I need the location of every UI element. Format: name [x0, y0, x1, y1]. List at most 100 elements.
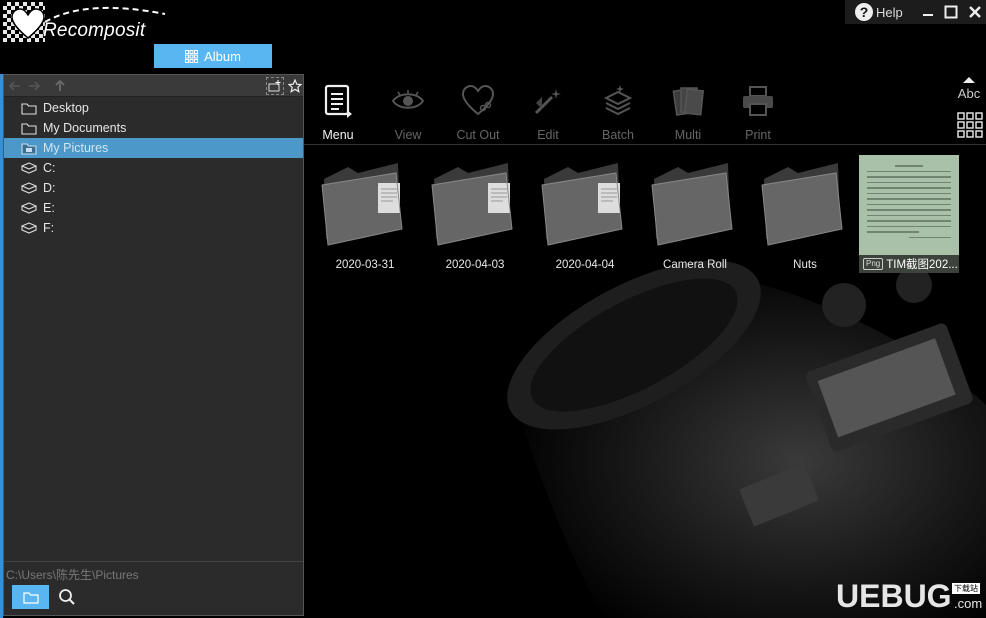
- folder-icon: [761, 163, 843, 246]
- sidebar-item-drive-e[interactable]: E:: [4, 198, 303, 218]
- favorite-button[interactable]: [287, 78, 303, 94]
- app-name: Recomposit: [43, 20, 146, 41]
- batch-stack-icon: [603, 85, 633, 116]
- item-label: 2020-04-03: [445, 259, 505, 271]
- title-bar: Recomposit Album ? Help: [0, 0, 986, 74]
- watermark-text: UEBUG: [836, 578, 952, 614]
- star-icon: [288, 79, 302, 93]
- folder-item[interactable]: Nuts: [753, 155, 857, 273]
- help-button[interactable]: ? Help: [855, 3, 903, 21]
- sidebar-item-drive-d[interactable]: D:: [4, 178, 303, 198]
- help-icon: ?: [855, 3, 873, 21]
- item-label: 2020-04-04: [555, 259, 615, 271]
- heart-logo-icon: [11, 8, 45, 39]
- back-button[interactable]: [7, 78, 23, 94]
- maximize-button[interactable]: [941, 0, 963, 24]
- menu-button[interactable]: Menu: [304, 82, 372, 142]
- sidebar-item-drive-c[interactable]: C:: [4, 158, 303, 178]
- drive-icon: [21, 181, 37, 194]
- folder-tree: Desktop My Documents My Pictures C: D: E…: [4, 97, 303, 238]
- magic-wand-icon: [534, 89, 561, 115]
- sidebar-item-desktop[interactable]: Desktop: [4, 98, 303, 118]
- sidebar-item-label: D:: [43, 181, 56, 195]
- drive-icon: [21, 221, 37, 234]
- batch-button[interactable]: Batch: [584, 82, 652, 142]
- album-tab[interactable]: Album: [154, 44, 272, 68]
- new-folder-icon: [268, 80, 281, 92]
- new-folder-button[interactable]: [266, 77, 284, 95]
- sidebar-item-label: C:: [43, 161, 56, 175]
- pictures-folder-icon: [21, 142, 37, 155]
- sidebar-item-label: My Documents: [43, 121, 127, 135]
- printer-icon: [743, 86, 773, 116]
- multi-button[interactable]: Multi: [654, 82, 722, 142]
- tool-label: Multi: [674, 128, 702, 142]
- drive-icon: [21, 201, 37, 214]
- sort-by-name-button[interactable]: Abc: [952, 76, 986, 101]
- folder-with-document-icon: [321, 163, 403, 246]
- folder-icon: [21, 102, 37, 115]
- item-label: TIM截图202...: [886, 259, 958, 271]
- print-button[interactable]: Print: [724, 82, 792, 142]
- tool-label: Cut Out: [456, 128, 500, 142]
- thumbnail-area: 2020-03-31 2020-04-03 2020-04-04 Camera …: [304, 145, 986, 618]
- sidebar-item-my-pictures[interactable]: My Pictures: [4, 138, 303, 158]
- folder-with-document-icon: [541, 163, 623, 246]
- item-label: 2020-03-31: [335, 259, 395, 271]
- maximize-icon: [944, 5, 958, 19]
- eye-icon: [391, 90, 425, 109]
- close-icon: [969, 6, 981, 18]
- sidebar-item-label: My Pictures: [43, 141, 109, 155]
- watermark-suffix: .com: [954, 596, 983, 611]
- grid-icon: [185, 49, 199, 63]
- close-button[interactable]: [964, 0, 986, 24]
- item-label: Nuts: [793, 259, 817, 271]
- tool-label: Print: [745, 128, 771, 142]
- folder-item[interactable]: 2020-03-31: [313, 155, 417, 273]
- app-logo: Recomposit: [3, 2, 168, 44]
- search-button[interactable]: [56, 587, 78, 607]
- heart-scissors-icon: [461, 84, 495, 116]
- folder-tree-panel: Desktop My Documents My Pictures C: D: E…: [3, 74, 304, 616]
- folder-with-document-icon: [431, 163, 513, 246]
- tool-label: Edit: [537, 128, 559, 142]
- watermark: UEBUG 下载站 .com: [836, 578, 986, 618]
- folder-icon: [21, 122, 37, 135]
- browse-folder-button[interactable]: [12, 585, 49, 609]
- help-label: Help: [876, 4, 903, 20]
- current-path: C:\Users\陈先生\Pictures: [6, 568, 139, 582]
- arrow-right-icon: [29, 81, 40, 91]
- view-button[interactable]: View: [374, 82, 442, 142]
- folder-icon: [651, 163, 733, 246]
- grid-view-icon[interactable]: [957, 112, 983, 138]
- folder-item[interactable]: Camera Roll: [643, 155, 747, 273]
- folder-item[interactable]: 2020-04-04: [533, 155, 637, 273]
- sidebar-item-label: E:: [43, 201, 55, 215]
- sidebar-item-drive-f[interactable]: F:: [4, 218, 303, 238]
- file-type-badge: Png: [863, 258, 884, 270]
- image-item[interactable]: Png TIM截图202...: [857, 155, 961, 273]
- search-icon: [59, 589, 75, 605]
- arrow-left-icon: [9, 81, 20, 91]
- minimize-button[interactable]: [917, 0, 939, 24]
- tree-navigation-bar: [4, 75, 303, 97]
- main-toolbar: Menu View Cut Out Edit Batch Multi Print: [304, 74, 986, 144]
- tool-label: Batch: [602, 128, 634, 142]
- tool-label: Menu: [322, 128, 354, 142]
- item-label: Camera Roll: [663, 259, 727, 271]
- sidebar-item-my-documents[interactable]: My Documents: [4, 118, 303, 138]
- edit-button[interactable]: Edit: [514, 82, 582, 142]
- triangle-up-icon: [963, 77, 975, 83]
- sort-label: Abc: [957, 86, 981, 101]
- up-folder-button[interactable]: [52, 78, 68, 94]
- window-controls: ? Help: [845, 0, 986, 24]
- up-arrow-icon: [55, 80, 65, 91]
- multi-pages-icon: [672, 87, 704, 116]
- folder-item[interactable]: 2020-04-03: [423, 155, 527, 273]
- cut-out-button[interactable]: Cut Out: [444, 82, 512, 142]
- forward-button[interactable]: [26, 78, 42, 94]
- tool-label: View: [394, 128, 422, 142]
- menu-document-icon: [324, 84, 352, 118]
- sidebar-item-label: F:: [43, 221, 55, 235]
- album-tab-label: Album: [204, 48, 241, 64]
